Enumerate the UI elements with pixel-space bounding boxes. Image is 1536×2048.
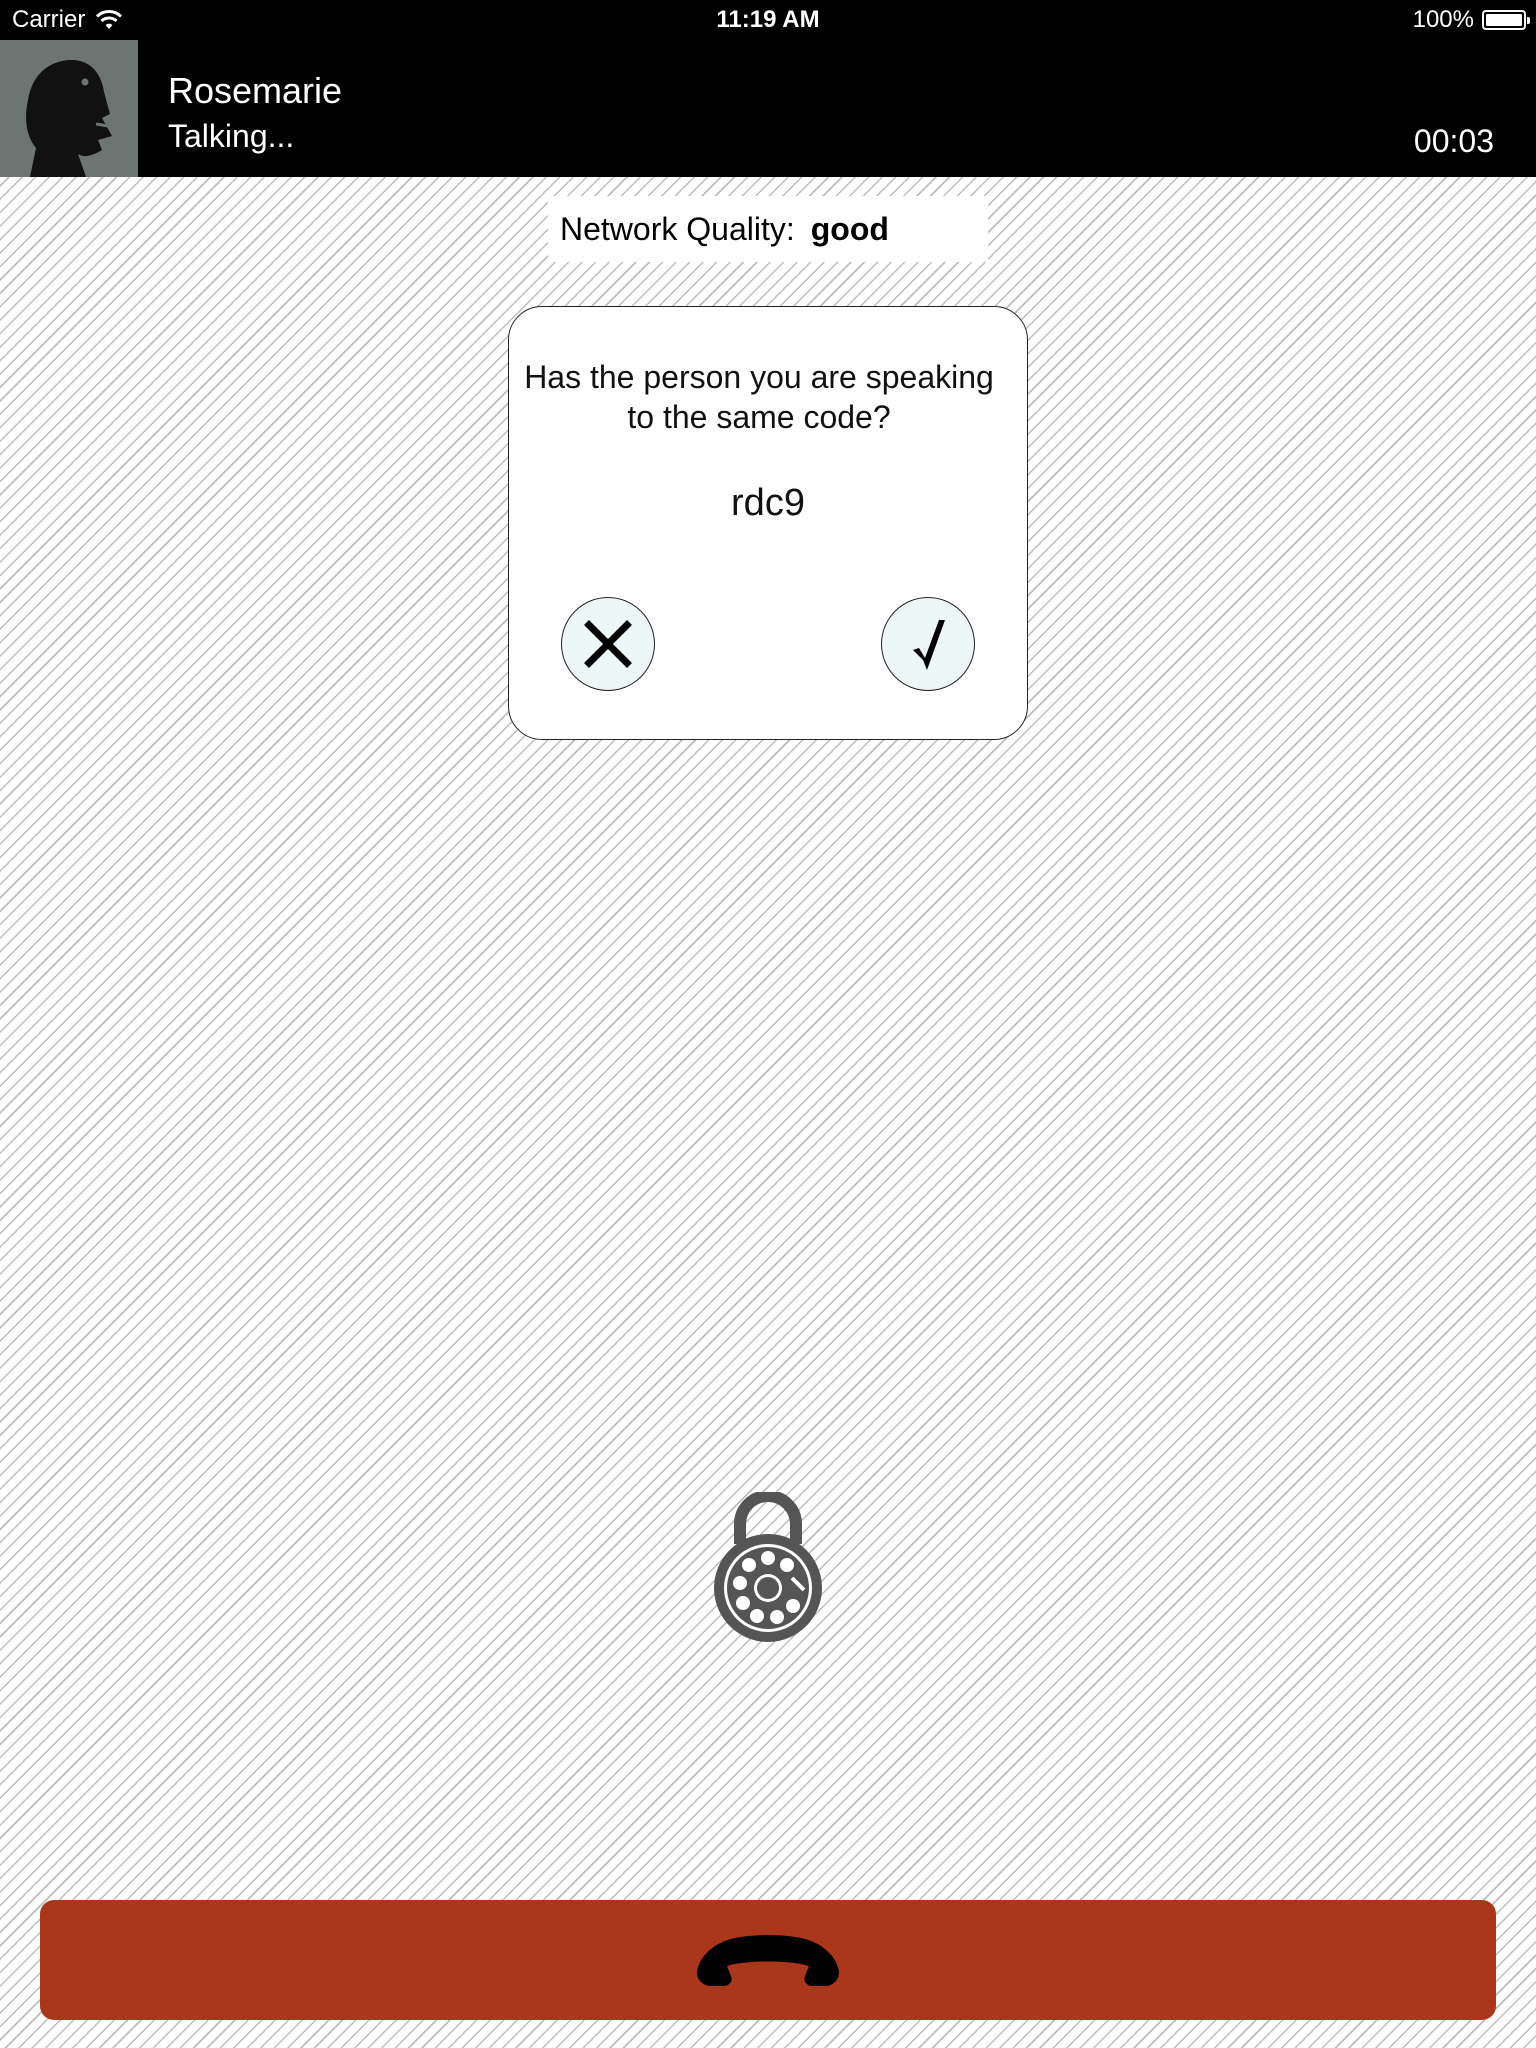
phone-hangup-icon [697, 1935, 839, 1986]
status-time: 11:19 AM [716, 6, 820, 33]
checkmark-icon [913, 620, 945, 670]
reject-code-button[interactable] [561, 597, 655, 691]
battery-icon [1482, 10, 1530, 30]
call-duration: 00:03 [1413, 123, 1494, 159]
end-call-button[interactable] [40, 1900, 1496, 2020]
network-quality-value: good [810, 210, 889, 247]
code-verification-dialog: Has the person you are speaking to the s… [508, 306, 1028, 740]
caller-name: Rosemarie [168, 70, 343, 111]
rotary-dial-lock-icon[interactable] [708, 1492, 828, 1644]
call-status: Talking... [168, 118, 295, 154]
network-quality-label: Network Quality: [560, 210, 795, 247]
verification-code: rdc9 [731, 482, 805, 524]
battery-percent: 100% [1412, 6, 1474, 33]
status-bar: Carrier 11:19 AM 100% [0, 0, 1536, 40]
battery-status: 100% [1412, 6, 1530, 34]
network-quality: Network Quality: good [548, 196, 988, 262]
close-icon [584, 620, 632, 668]
avatar [0, 40, 138, 177]
verification-question: Has the person you are speaking to the s… [524, 359, 994, 435]
call-header: Rosemarie Talking... 00:03 [0, 40, 1536, 177]
silhouette-head-icon [26, 60, 112, 177]
confirm-code-button[interactable] [881, 597, 975, 691]
